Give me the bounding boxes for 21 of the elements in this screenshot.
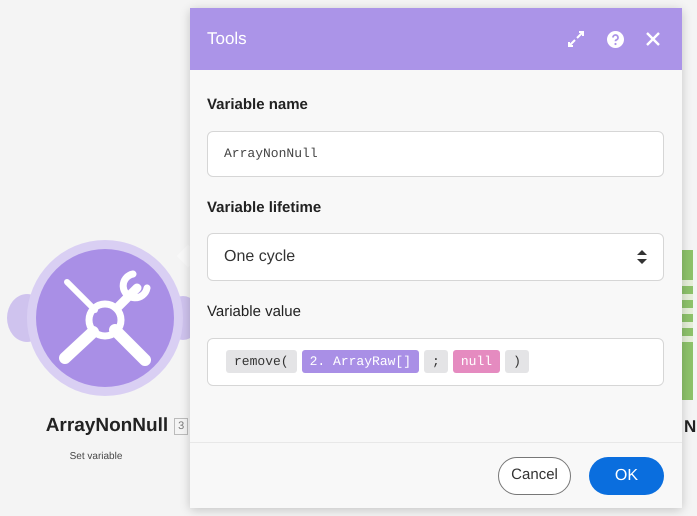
lifetime-select[interactable]: One cycle: [207, 233, 664, 281]
formula-token[interactable]: remove(: [226, 350, 297, 373]
field-label: Variable value: [207, 302, 302, 322]
sort-caret-icon: [637, 250, 647, 264]
node-title: ArrayNonNull: [46, 414, 168, 438]
select-value: One cycle: [224, 247, 296, 267]
variable-value-field[interactable]: remove( 2. ArrayRaw[] ; null ): [207, 338, 664, 386]
node-subtitle: Set variable: [70, 450, 122, 464]
help-icon[interactable]: [607, 30, 624, 48]
close-icon[interactable]: [646, 32, 660, 46]
formula-token[interactable]: ): [505, 350, 529, 373]
ok-button[interactable]: OK: [588, 456, 664, 494]
node-badge: 3: [174, 418, 188, 435]
expand-icon[interactable]: [567, 30, 585, 48]
variable-name-field[interactable]: ArrayNonNull: [207, 130, 664, 176]
dialog-title: Tools: [207, 28, 247, 50]
cancel-button[interactable]: Cancel: [498, 456, 571, 494]
formula-token[interactable]: ;: [424, 350, 448, 373]
partial-node-title: N: [684, 416, 696, 438]
field-label: Variable lifetime: [207, 198, 322, 218]
field-label: Variable name: [207, 95, 309, 115]
